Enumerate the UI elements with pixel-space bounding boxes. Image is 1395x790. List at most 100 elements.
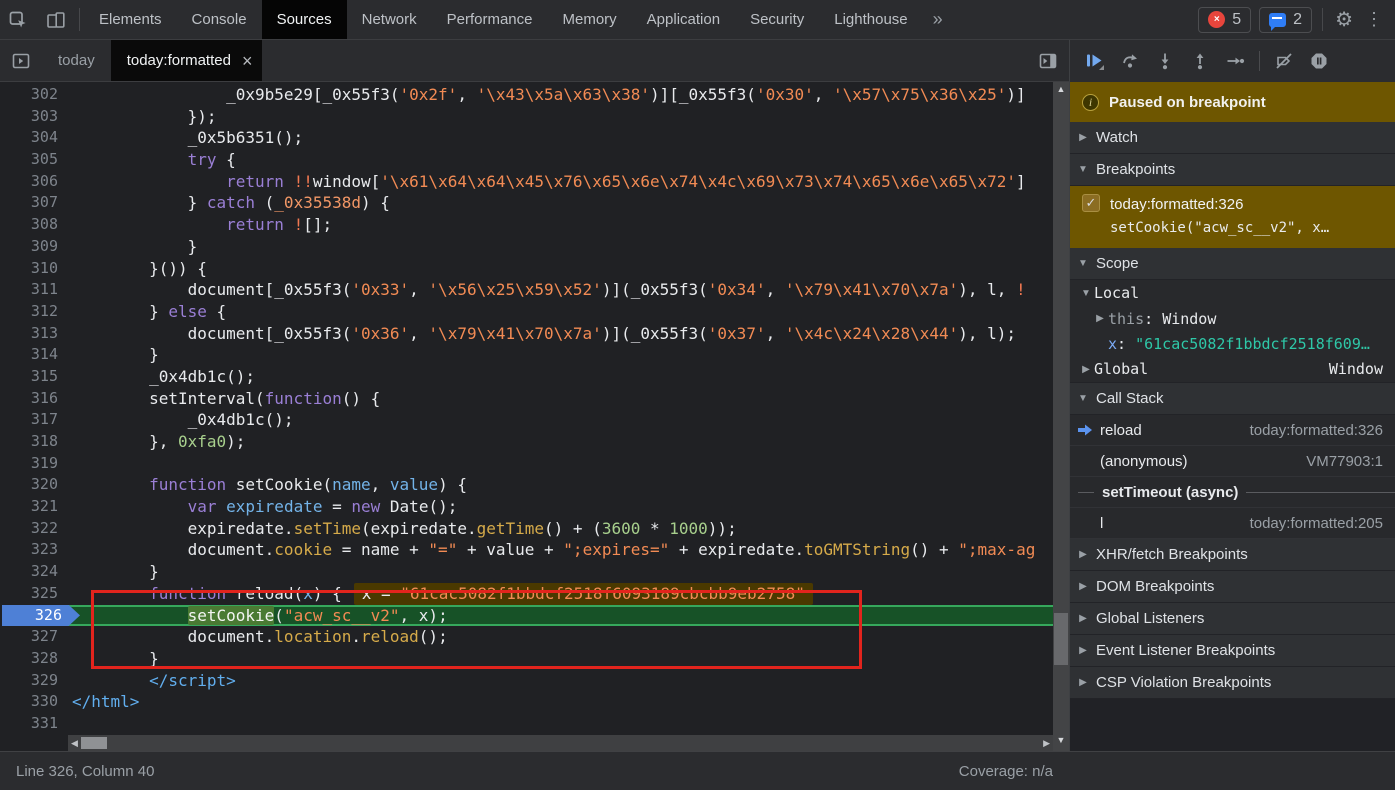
tab-lighthouse[interactable]: Lighthouse <box>819 0 922 39</box>
section-watch[interactable]: ▶ Watch <box>1070 122 1395 154</box>
line-number[interactable]: 302 <box>0 84 68 106</box>
line-number[interactable]: 313 <box>0 323 68 345</box>
code-text[interactable]: function reload(x) {x = "61cac5082f1bbdc… <box>68 583 1069 605</box>
vertical-scroll-thumb[interactable] <box>1054 613 1068 665</box>
scope-local-row[interactable]: ▼ Local <box>1070 280 1395 306</box>
execution-breakpoint-badge[interactable]: 326 <box>2 605 80 627</box>
code-text[interactable]: _0x9b5e29[_0x55f3('0x2f', '\x43\x5a\x63\… <box>68 84 1069 106</box>
code-text[interactable]: document.location.reload(); <box>68 626 1069 648</box>
code-text[interactable]: try { <box>68 149 1069 171</box>
line-number[interactable]: 312 <box>0 301 68 323</box>
line-number[interactable]: 331 <box>0 713 68 735</box>
code-line-329[interactable]: 329 </script> <box>0 670 1069 692</box>
code-line-324[interactable]: 324 } <box>0 561 1069 583</box>
line-number[interactable]: 305 <box>0 149 68 171</box>
line-number[interactable]: 307 <box>0 192 68 214</box>
show-navigator-icon[interactable] <box>0 40 42 81</box>
code-text[interactable]: _0x5b6351(); <box>68 127 1069 149</box>
code-line-310[interactable]: 310 }()) { <box>0 258 1069 280</box>
kebab-menu-icon[interactable]: ⋮ <box>1361 0 1395 39</box>
code-text[interactable] <box>68 453 1069 475</box>
scope-global-row[interactable]: ▶ Global Window <box>1070 356 1395 383</box>
line-number[interactable]: 318 <box>0 431 68 453</box>
section-csp-violation-breakpoints[interactable]: ▶ CSP Violation Breakpoints <box>1070 667 1395 699</box>
section-breakpoints[interactable]: ▼ Breakpoints <box>1070 154 1395 186</box>
scope-x-row[interactable]: x: "61cac5082f1bbdcf2518f609… <box>1070 331 1395 356</box>
line-number[interactable]: 330 <box>0 691 68 713</box>
step-into-icon[interactable] <box>1150 46 1180 76</box>
tab-application[interactable]: Application <box>632 0 735 39</box>
debugger-sidebar-toggle-icon[interactable] <box>1027 40 1069 81</box>
code-text[interactable]: setCookie("acw_sc__v2", x); <box>68 605 1069 627</box>
call-stack-frame-anonymous[interactable]: (anonymous)VM77903:1 <box>1070 446 1395 477</box>
tab-console[interactable]: Console <box>177 0 262 39</box>
code-text[interactable]: </html> <box>68 691 1069 713</box>
section-global-listeners[interactable]: ▶ Global Listeners <box>1070 603 1395 635</box>
code-text[interactable]: } <box>68 344 1069 366</box>
more-panels-icon[interactable]: » <box>923 0 953 39</box>
tab-security[interactable]: Security <box>735 0 819 39</box>
code-line-304[interactable]: 304 _0x5b6351(); <box>0 127 1069 149</box>
step-icon[interactable] <box>1220 46 1250 76</box>
section-dom-breakpoints[interactable]: ▶ DOM Breakpoints <box>1070 571 1395 603</box>
scroll-up-icon[interactable]: ▲ <box>1053 84 1069 94</box>
code-text[interactable]: return !!window['\x61\x64\x64\x45\x76\x6… <box>68 171 1069 193</box>
scope-this-row[interactable]: ▶ this: Window <box>1070 306 1395 331</box>
line-number[interactable]: 323 <box>0 539 68 561</box>
line-number[interactable]: 317 <box>0 409 68 431</box>
breakpoint-checkbox[interactable]: ✓ <box>1082 194 1100 212</box>
pause-on-exceptions-icon[interactable] <box>1304 46 1334 76</box>
line-number[interactable]: 319 <box>0 453 68 475</box>
code-line-308[interactable]: 308 return ![]; <box>0 214 1069 236</box>
resume-script-icon[interactable] <box>1080 46 1110 76</box>
code-line-318[interactable]: 318 }, 0xfa0); <box>0 431 1069 453</box>
tab-performance[interactable]: Performance <box>432 0 548 39</box>
code-line-323[interactable]: 323 document.cookie = name + "=" + value… <box>0 539 1069 561</box>
code-line-330[interactable]: 330</html> <box>0 691 1069 713</box>
scroll-down-icon[interactable]: ▼ <box>1053 735 1069 745</box>
line-number[interactable]: 320 <box>0 474 68 496</box>
line-number[interactable]: 304 <box>0 127 68 149</box>
code-line-305[interactable]: 305 try { <box>0 149 1069 171</box>
code-text[interactable]: } catch (_0x35538d) { <box>68 192 1069 214</box>
code-lines[interactable]: 302 _0x9b5e29[_0x55f3('0x2f', '\x43\x5a\… <box>0 82 1069 735</box>
file-tab-today[interactable]: today <box>42 40 111 81</box>
code-line-321[interactable]: 321 var expiredate = new Date(); <box>0 496 1069 518</box>
code-text[interactable]: function setCookie(name, value) { <box>68 474 1069 496</box>
horizontal-scroll-thumb[interactable] <box>81 737 107 749</box>
code-text[interactable]: }); <box>68 106 1069 128</box>
tab-sources[interactable]: Sources <box>262 0 347 39</box>
code-text[interactable]: expiredate.setTime(expiredate.getTime() … <box>68 518 1069 540</box>
code-line-314[interactable]: 314 } <box>0 344 1069 366</box>
device-toolbar-icon[interactable] <box>37 0 75 39</box>
code-text[interactable]: } <box>68 236 1069 258</box>
code-text[interactable]: }()) { <box>68 258 1069 280</box>
code-line-302[interactable]: 302 _0x9b5e29[_0x55f3('0x2f', '\x43\x5a\… <box>0 84 1069 106</box>
code-text[interactable]: } else { <box>68 301 1069 323</box>
line-number[interactable]: 328 <box>0 648 68 670</box>
code-text[interactable]: document[_0x55f3('0x33', '\x56\x25\x59\x… <box>68 279 1069 301</box>
code-line-317[interactable]: 317 _0x4db1c(); <box>0 409 1069 431</box>
code-line-322[interactable]: 322 expiredate.setTime(expiredate.getTim… <box>0 518 1069 540</box>
code-text[interactable]: document[_0x55f3('0x36', '\x79\x41\x70\x… <box>68 323 1069 345</box>
line-number[interactable]: 308 <box>0 214 68 236</box>
code-line-306[interactable]: 306 return !!window['\x61\x64\x64\x45\x7… <box>0 171 1069 193</box>
code-text[interactable]: document.cookie = name + "=" + value + "… <box>68 539 1069 561</box>
code-line-326[interactable]: 326 setCookie("acw_sc__v2", x); <box>0 605 1069 627</box>
tab-network[interactable]: Network <box>347 0 432 39</box>
line-number[interactable]: 306 <box>0 171 68 193</box>
call-stack-frame-l[interactable]: ltoday:formatted:205 <box>1070 508 1395 539</box>
line-number[interactable]: 322 <box>0 518 68 540</box>
error-badge[interactable]: × 5 <box>1198 7 1251 33</box>
deactivate-breakpoints-icon[interactable] <box>1269 46 1299 76</box>
step-out-icon[interactable] <box>1185 46 1215 76</box>
code-text[interactable]: } <box>68 648 1069 670</box>
line-number[interactable]: 329 <box>0 670 68 692</box>
line-number[interactable]: 314 <box>0 344 68 366</box>
code-line-315[interactable]: 315 _0x4db1c(); <box>0 366 1069 388</box>
code-line-331[interactable]: 331 <box>0 713 1069 735</box>
scroll-right-icon[interactable]: ▶ <box>1043 738 1053 749</box>
section-scope[interactable]: ▼ Scope <box>1070 248 1395 280</box>
code-editor[interactable]: 302 _0x9b5e29[_0x55f3('0x2f', '\x43\x5a\… <box>0 82 1069 751</box>
horizontal-scrollbar[interactable]: ◀ ▶ <box>68 735 1053 751</box>
